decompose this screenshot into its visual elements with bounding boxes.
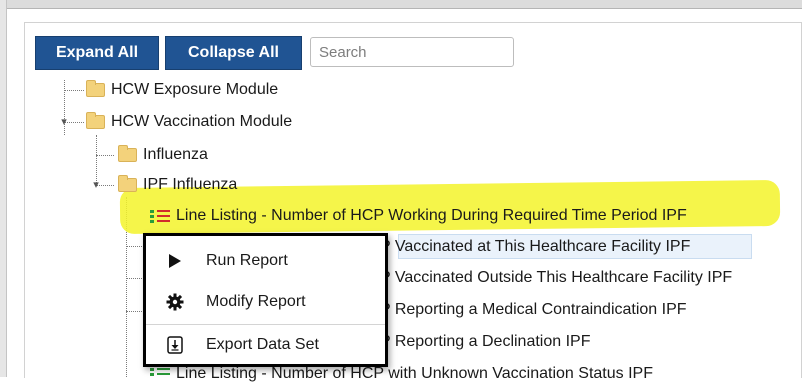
report-vaccinated-at-facility[interactable]: P Vaccinated at This Healthcare Facility… xyxy=(380,235,690,259)
report-vaccinated-outside-facility[interactable]: P Vaccinated Outside This Healthcare Fac… xyxy=(380,266,732,290)
folder-icon xyxy=(86,80,105,97)
tree-connector xyxy=(96,155,114,156)
run-report-menu-item[interactable]: Run Report xyxy=(146,241,385,281)
collapse-toggle-icon[interactable]: ▾ xyxy=(90,180,102,191)
menu-item-label: Export Data Set xyxy=(206,336,319,353)
folder-icon xyxy=(118,175,137,192)
tree-connector xyxy=(96,135,97,185)
line-listing-icon xyxy=(150,209,170,223)
export-data-set-menu-item[interactable]: Export Data Set xyxy=(146,324,385,365)
tree-node-ipf-influenza[interactable]: IPF Influenza xyxy=(118,173,237,197)
report-label: P Vaccinated Outside This Healthcare Fac… xyxy=(380,269,733,286)
collapse-toggle-icon[interactable]: ▾ xyxy=(58,117,70,128)
export-icon xyxy=(162,336,188,354)
expand-all-button[interactable]: Expand All xyxy=(35,36,159,70)
report-declination[interactable]: P Reporting a Declination IPF xyxy=(380,330,590,354)
context-menu: Run Report Modify Report Export Data Set xyxy=(143,233,388,367)
gear-icon xyxy=(162,293,188,311)
report-line-listing-working[interactable]: Line Listing - Number of HCP Working Dur… xyxy=(150,204,687,228)
tree-node-label: IPF Influenza xyxy=(143,176,238,193)
window-top-border xyxy=(0,0,802,9)
tree-node-influenza[interactable]: Influenza xyxy=(118,143,208,167)
folder-icon xyxy=(86,112,105,129)
report-label: Line Listing - Number of HCP with Unknow… xyxy=(176,365,653,382)
folder-icon xyxy=(118,145,137,162)
tree-node-label: HCW Vaccination Module xyxy=(111,113,293,130)
window-left-border xyxy=(0,0,7,377)
report-medical-contraindication[interactable]: P Reporting a Medical Contraindication I… xyxy=(380,298,687,322)
report-label: P Reporting a Medical Contraindication I… xyxy=(380,301,687,318)
tree-node-hcw-exposure[interactable]: HCW Exposure Module xyxy=(86,78,278,102)
collapse-all-button[interactable]: Collapse All xyxy=(165,36,302,70)
line-listing-icon xyxy=(150,367,170,381)
modify-report-menu-item[interactable]: Modify Report xyxy=(146,282,385,322)
search-input[interactable] xyxy=(310,37,514,67)
play-icon xyxy=(162,253,188,269)
tree-node-label: Influenza xyxy=(143,146,208,163)
report-label: P Reporting a Declination IPF xyxy=(380,333,591,350)
tree-node-label: HCW Exposure Module xyxy=(111,81,279,98)
tree-connector xyxy=(64,90,84,91)
report-label: P Vaccinated at This Healthcare Facility… xyxy=(380,238,691,255)
tree-node-hcw-vaccination[interactable]: HCW Vaccination Module xyxy=(86,110,292,134)
menu-item-label: Modify Report xyxy=(206,293,306,310)
report-label: Line Listing - Number of HCP Working Dur… xyxy=(176,207,687,224)
menu-item-label: Run Report xyxy=(206,252,288,269)
